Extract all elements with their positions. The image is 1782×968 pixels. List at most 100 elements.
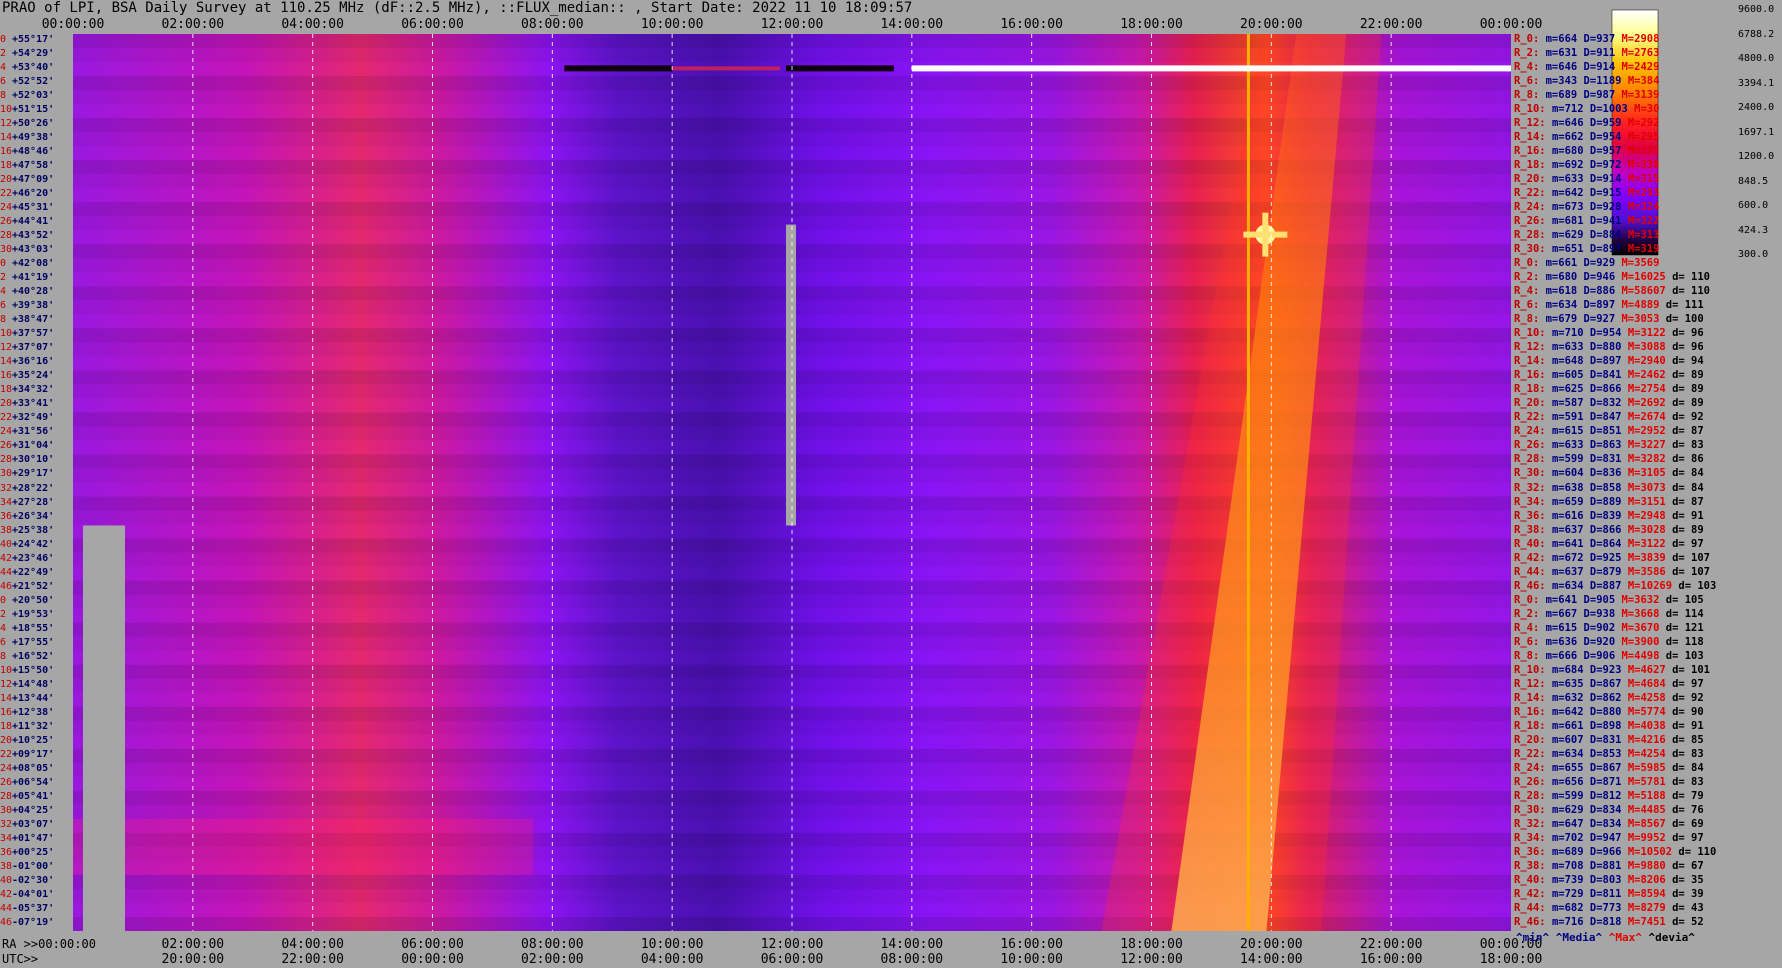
stat-d: D=866	[1589, 383, 1628, 396]
top-tick-label: 04:00:00	[281, 17, 344, 32]
row-index: 14	[0, 692, 13, 704]
colorbar-tick-label: 9600.0	[1738, 4, 1775, 15]
stat-m: m=648	[1551, 355, 1590, 368]
declination-label: 28+05°41'	[0, 791, 54, 802]
row-declination: +21°52'	[12, 580, 55, 592]
stat-h: M=16025	[1621, 271, 1673, 284]
stat-d: D=831	[1589, 733, 1628, 746]
stat-m: m=679	[1545, 313, 1584, 326]
stat-r: R_32:	[1514, 481, 1552, 494]
stat-h: M=3122	[1627, 327, 1673, 340]
stat-h: M=2908	[1621, 33, 1660, 45]
stat-r: R_36:	[1514, 845, 1552, 858]
utc-axis-label: UTC>>	[2, 952, 39, 966]
stat-h: M=5985	[1627, 761, 1673, 774]
stat-d: D=941	[1589, 215, 1628, 228]
row-declination: +51°15'	[12, 104, 55, 116]
stat-r: R_2:	[1514, 607, 1546, 620]
stat-d: D=928	[1589, 201, 1628, 214]
stat-m: m=692	[1551, 159, 1590, 172]
row-declination: +52°52'	[12, 76, 55, 88]
row-index: 40	[0, 538, 13, 550]
stat-h: M=3227	[1627, 439, 1673, 452]
stat-m: m=605	[1551, 369, 1590, 382]
bottom-utc-tick-label: 14:00:00	[1240, 952, 1303, 967]
row-declination: +36°16'	[12, 356, 55, 368]
declination-label: 36+26°34'	[0, 511, 54, 522]
row-stat: R_36: m=689 D=966 M=10502 d= 110	[1514, 845, 1716, 858]
stat-h: M=4038	[1627, 719, 1673, 732]
bottom-ra-tick-label: 02:00:00	[161, 937, 225, 952]
stat-m: m=673	[1551, 201, 1590, 214]
row-index: 18	[0, 160, 13, 172]
stat-m: m=646	[1551, 117, 1590, 130]
row-stat: R_20: m=607 D=831 M=4216 d= 85	[1514, 733, 1704, 746]
row-declination: +17°55'	[12, 636, 55, 648]
declination-label: 30+43°03'	[0, 244, 54, 255]
top-tick-label: 22:00:00	[1359, 17, 1423, 32]
stat-dv: d= 89	[1672, 369, 1704, 382]
stat-dv: d= 67	[1672, 859, 1704, 872]
bottom-ra-tick-label: 10:00:00	[640, 937, 704, 952]
row-stat: R_8: m=689 D=987 M=3139	[1514, 90, 1659, 101]
stat-d: D=954	[1589, 327, 1628, 340]
stat-m: m=661	[1545, 257, 1584, 270]
stat-m: m=615	[1545, 621, 1584, 634]
top-tick-label: 06:00:00	[401, 17, 464, 32]
stat-h: M=3053	[1621, 313, 1666, 326]
declination-label: 0 +42°08'	[0, 258, 54, 269]
stat-r: R_22:	[1514, 411, 1552, 424]
stat-h: M=3073	[1627, 481, 1673, 494]
stat-h: M=293	[1627, 187, 1660, 200]
colorbar-tick-label: 3394.1	[1738, 77, 1775, 89]
row-stat: R_24: m=673 D=928 M=324	[1514, 202, 1659, 213]
stat-m: m=739	[1551, 873, 1590, 886]
row-index: 18	[0, 720, 13, 732]
stat-m: m=616	[1551, 509, 1590, 522]
stat-h: M=2429	[1621, 61, 1660, 74]
stat-r: R_4:	[1514, 285, 1546, 298]
stat-m: m=629	[1551, 803, 1590, 816]
row-index: 24	[0, 202, 13, 214]
bottom-utc-tick-label: 06:00:00	[760, 952, 824, 967]
stat-h: M=3632	[1621, 593, 1666, 606]
stat-h: M=8567	[1627, 817, 1673, 830]
row-stat: R_22: m=634 D=853 M=4254 d= 83	[1514, 747, 1704, 760]
declination-label: 44+22°49'	[0, 567, 54, 578]
declination-label: 46+21°52'	[0, 581, 54, 592]
declination-label: 32+28°22'	[0, 483, 54, 494]
stat-dv: d= 97	[1672, 537, 1704, 550]
stat-r: R_26:	[1514, 439, 1552, 452]
stat-h: M=322	[1627, 215, 1660, 228]
stat-r: R_44:	[1514, 901, 1552, 914]
row-declination: +05°41'	[12, 790, 55, 802]
bright-source-cross	[1262, 212, 1269, 257]
bottom-ra-tick-label: 14:00:00	[880, 937, 944, 952]
declination-label: 0 +55°17'	[0, 34, 54, 45]
stat-d: D=834	[1589, 817, 1628, 830]
stat-h: M=8206	[1627, 873, 1673, 886]
stat-dv: d= 107	[1672, 565, 1711, 578]
stat-dv: d= 118	[1665, 635, 1704, 648]
stat-r: R_22:	[1514, 747, 1552, 760]
stat-h: M=3122	[1627, 537, 1673, 550]
stat-dv: d= 87	[1672, 495, 1704, 508]
row-stat: R_18: m=661 D=898 M=4038 d= 91	[1514, 719, 1704, 732]
row-declination: +47°09'	[12, 174, 55, 186]
stat-d: D=954	[1589, 131, 1628, 144]
stat-h: M=9952	[1627, 831, 1673, 844]
legend-median: ^Media^	[1555, 931, 1603, 944]
stat-d: D=881	[1589, 859, 1628, 872]
stat-d: D=946	[1583, 271, 1622, 284]
top-tick-label: 00:00:00	[1479, 17, 1543, 32]
stat-dv: d= 43	[1672, 901, 1704, 914]
row-index: 12	[0, 118, 13, 130]
stat-h: M=3839	[1627, 551, 1673, 564]
bottom-ra-tick-label: 22:00:00	[1359, 937, 1423, 952]
stat-h: M=3028	[1627, 523, 1673, 536]
top-tick-label: 02:00:00	[161, 17, 225, 32]
stat-r: R_20:	[1514, 397, 1552, 410]
stat-m: m=661	[1551, 719, 1590, 732]
stat-dv: d= 89	[1672, 383, 1704, 396]
ra-axis-label: RA >>00:00:00	[2, 937, 96, 951]
